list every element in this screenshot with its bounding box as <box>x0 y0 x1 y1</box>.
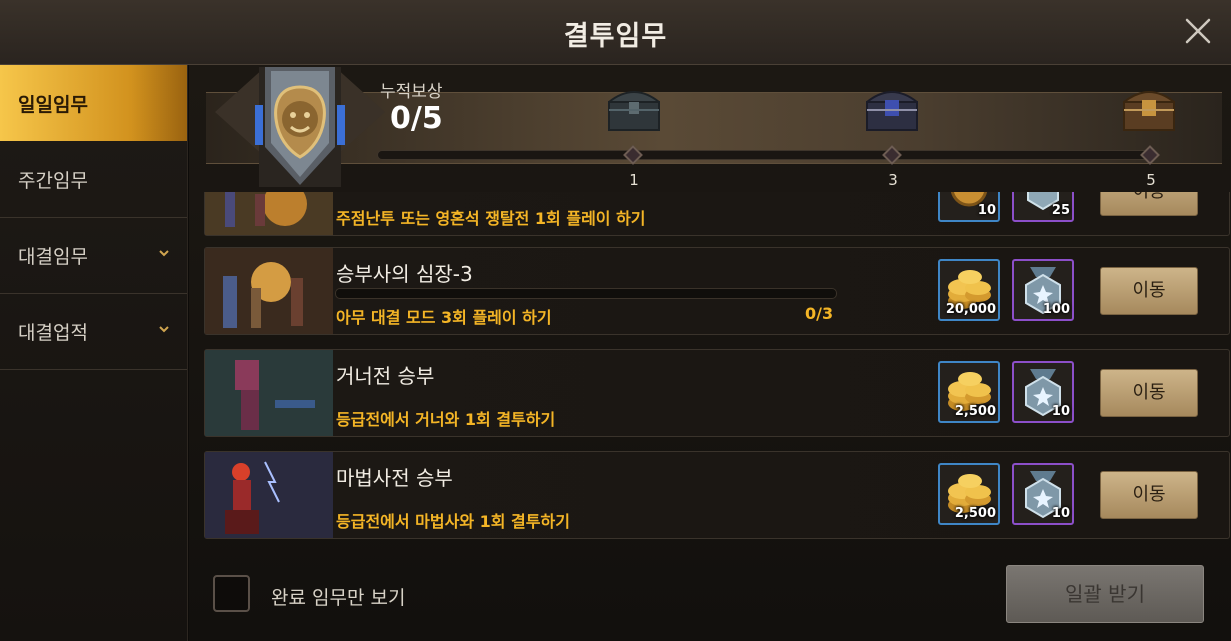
quest-row: 마법사전 승부 등급전에서 마법사와 1회 결투하기 2,500 10 이동 <box>204 451 1230 539</box>
quest-row: 거너전 승부 등급전에서 거너와 1회 결투하기 2,500 10 이동 <box>204 349 1230 437</box>
reward-gold[interactable]: 2,500 <box>938 361 1000 423</box>
quest-list[interactable]: 주점난투 또는 영혼석 쟁탈전 1회 플레이 하기 10 25 이동 <box>204 192 1231 547</box>
milestone-label: 3 <box>888 171 898 189</box>
accumulated-value: 0/5 <box>390 101 443 136</box>
quest-description: 아무 대결 모드 3회 플레이 하기 <box>336 308 552 327</box>
quest-count: 0/3 <box>805 304 834 323</box>
milestone-label: 5 <box>1146 171 1156 189</box>
collect-all-button[interactable]: 일괄 받기 <box>1006 565 1204 623</box>
chest-tier2-icon[interactable] <box>861 80 923 134</box>
sidebar-item-weekly[interactable]: 주간임무 <box>0 142 187 218</box>
reward-quantity: 10 <box>1051 404 1070 419</box>
chest-tier3-icon[interactable] <box>1118 80 1180 134</box>
move-button[interactable]: 이동 <box>1100 267 1198 315</box>
reward-gold[interactable]: 2,500 <box>938 463 1000 525</box>
sidebar-item-label: 주간임무 <box>18 170 88 192</box>
quest-thumbnail <box>205 248 333 334</box>
completed-only-checkbox[interactable] <box>213 575 250 612</box>
reward-soulstone[interactable]: 25 <box>1012 192 1074 222</box>
reward-gold[interactable]: 10 <box>938 192 1000 222</box>
reward-quantity: 2,500 <box>954 506 996 521</box>
sidebar-item-label: 대결임무 <box>18 246 88 268</box>
quest-description: 등급전에서 거너와 1회 결투하기 <box>336 410 556 429</box>
reward-soulstone[interactable]: 10 <box>1012 361 1074 423</box>
quest-title: 거너전 승부 <box>336 364 435 388</box>
quest-title: 승부사의 심장-3 <box>336 262 473 286</box>
reward-quantity: 100 <box>1042 302 1070 317</box>
reward-soulstone[interactable]: 10 <box>1012 463 1074 525</box>
accumulated-label: 누적보상 <box>380 82 443 102</box>
chevron-down-icon <box>159 250 169 257</box>
quest-description: 등급전에서 마법사와 1회 결투하기 <box>336 512 570 531</box>
sidebar: 일일임무 주간임무 대결임무 대결업적 <box>0 65 188 641</box>
reward-quantity: 25 <box>1051 203 1070 218</box>
quest-thumbnail <box>205 192 333 235</box>
reward-soulstone[interactable]: 100 <box>1012 259 1074 321</box>
sidebar-item-label: 대결업적 <box>18 322 88 344</box>
sidebar-item-daily[interactable]: 일일임무 <box>0 65 187 141</box>
accumulated-progress-bar <box>377 150 1154 160</box>
window-title: 결투임무 <box>563 21 668 52</box>
chest-tier1-icon[interactable] <box>603 80 665 134</box>
quest-thumbnail <box>205 350 333 436</box>
move-button[interactable]: 이동 <box>1100 471 1198 519</box>
reward-quantity: 2,500 <box>954 404 996 419</box>
reward-gold[interactable]: 20,000 <box>938 259 1000 321</box>
completed-only-label: 완료 임무만 보기 <box>271 587 406 609</box>
quest-row: 주점난투 또는 영혼석 쟁탈전 1회 플레이 하기 10 25 이동 <box>204 192 1230 236</box>
reward-quantity: 10 <box>1051 506 1070 521</box>
close-icon[interactable] <box>1183 16 1213 46</box>
milestone-label: 1 <box>629 171 639 189</box>
title-bar: 결투임무 <box>0 0 1231 65</box>
quest-description: 주점난투 또는 영혼석 쟁탈전 1회 플레이 하기 <box>336 209 646 228</box>
sidebar-item-duel-achievement[interactable]: 대결업적 <box>0 294 187 370</box>
quest-progress-bar <box>335 288 837 299</box>
move-button[interactable]: 이동 <box>1100 369 1198 417</box>
quest-thumbnail <box>205 452 333 538</box>
rank-emblem-icon <box>215 67 385 187</box>
main-panel: 누적보상 0/5 1 3 5 주점난투 또는 영혼석 쟁탈전 1회 플레이 하기… <box>189 65 1231 641</box>
reward-quantity: 20,000 <box>945 302 996 317</box>
chevron-down-icon <box>159 326 169 333</box>
quest-row: 승부사의 심장-3 아무 대결 모드 3회 플레이 하기 0/3 20,000 <box>204 247 1230 335</box>
move-button[interactable]: 이동 <box>1100 192 1198 216</box>
sidebar-item-duel-quest[interactable]: 대결임무 <box>0 218 187 294</box>
reward-quantity: 10 <box>977 203 996 218</box>
sidebar-item-label: 일일임무 <box>18 93 88 116</box>
quest-title: 마법사전 승부 <box>336 466 453 490</box>
